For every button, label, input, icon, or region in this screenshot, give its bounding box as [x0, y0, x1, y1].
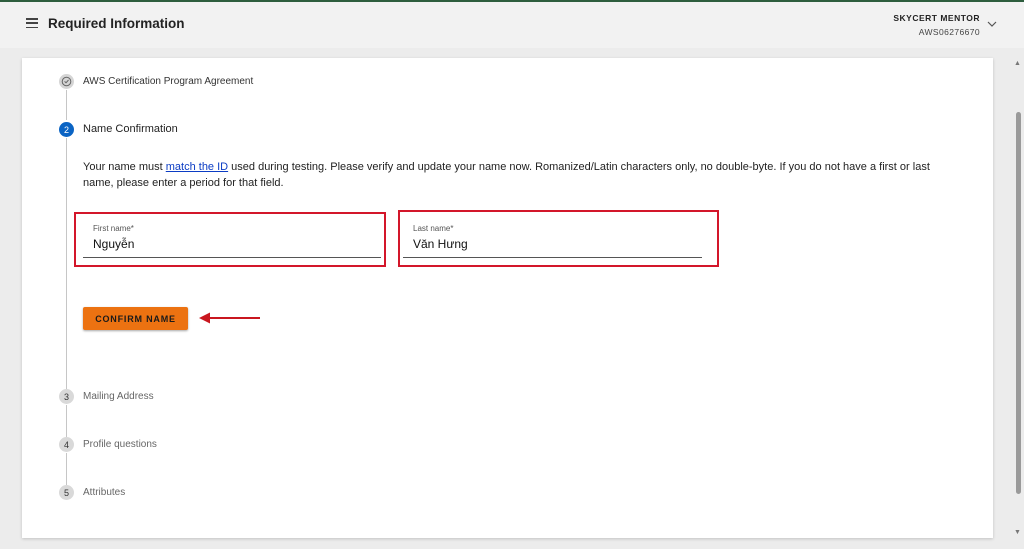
- app-header: Required Information SKYCERT MENTOR AWS0…: [0, 2, 1024, 48]
- match-id-link[interactable]: match the ID: [166, 161, 228, 173]
- step-1-label[interactable]: AWS Certification Program Agreement: [83, 76, 253, 87]
- scroll-down-icon[interactable]: ▼: [1014, 529, 1021, 536]
- step-4-label[interactable]: Profile questions: [83, 439, 157, 450]
- page-title: Required Information: [48, 16, 185, 31]
- step-2-number: 2: [59, 122, 74, 137]
- red-arrow-icon: [199, 312, 260, 324]
- step-connector: [66, 405, 67, 437]
- step-3-label[interactable]: Mailing Address: [83, 391, 154, 402]
- first-name-input[interactable]: [83, 236, 381, 258]
- step-connector: [66, 90, 67, 120]
- confirm-name-button[interactable]: CONFIRM NAME: [83, 307, 188, 330]
- last-name-label: Last name*: [413, 224, 454, 233]
- last-name-input[interactable]: [403, 236, 702, 258]
- scroll-up-icon[interactable]: ▲: [1014, 60, 1021, 67]
- scrollbar-thumb[interactable]: [1016, 112, 1021, 494]
- step-5-label[interactable]: Attributes: [83, 487, 125, 498]
- user-id: AWS06276670: [918, 27, 980, 37]
- step-connector: [66, 138, 67, 389]
- step-5-number: 5: [59, 485, 74, 500]
- name-instructions: Your name must match the ID used during …: [83, 159, 953, 191]
- step-2-label[interactable]: Name Confirmation: [83, 123, 178, 135]
- step-3-number: 3: [59, 389, 74, 404]
- step-1-status: [59, 74, 74, 89]
- step-connector: [66, 453, 67, 485]
- user-name[interactable]: SKYCERT MENTOR: [893, 13, 980, 23]
- check-circle-icon: [61, 76, 72, 87]
- instructions-text-start: Your name must: [83, 161, 166, 173]
- step-4-number: 4: [59, 437, 74, 452]
- required-info-card: AWS Certification Program Agreement 2 Na…: [22, 58, 993, 538]
- first-name-label: First name*: [93, 224, 134, 233]
- hamburger-menu-icon[interactable]: [26, 18, 38, 29]
- chevron-down-icon[interactable]: [986, 18, 998, 30]
